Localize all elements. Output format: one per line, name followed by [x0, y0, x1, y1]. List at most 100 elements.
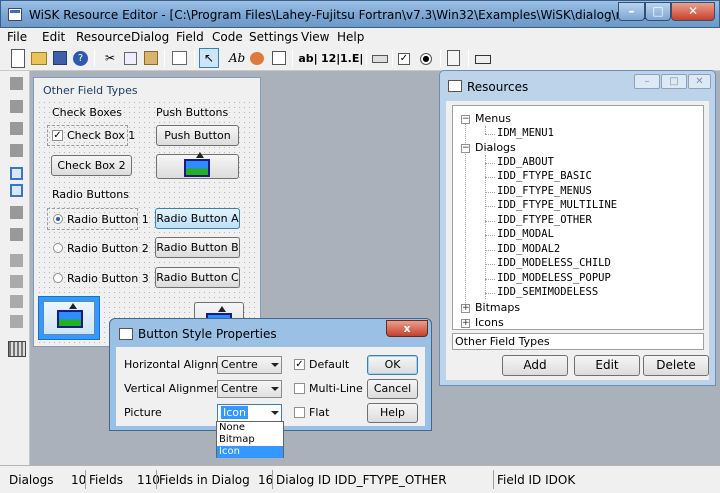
flat-label[interactable]: Flat: [309, 406, 329, 419]
ok-button[interactable]: OK: [367, 355, 418, 375]
help-icon[interactable]: ?: [73, 51, 88, 66]
menu-help[interactable]: Help: [337, 30, 364, 44]
icons-expand-toggle[interactable]: +: [461, 319, 470, 328]
dialogs-collapse-toggle[interactable]: −: [461, 144, 470, 153]
tree-node-dialog[interactable]: IDD_MODAL2: [497, 243, 560, 255]
same-width-icon[interactable]: [10, 167, 23, 180]
paste-icon[interactable]: [144, 51, 158, 65]
pointer-icon[interactable]: ↖: [199, 48, 219, 68]
tree-node-dialog[interactable]: IDD_MODELESS_CHILD: [497, 257, 611, 269]
horizontal-alignment-select[interactable]: Centre: [217, 356, 282, 374]
picture-select[interactable]: Icon: [217, 404, 282, 422]
vertical-alignment-select[interactable]: Centre: [217, 380, 282, 398]
title-bar[interactable]: WiSK Resource Editor - [C:\Program Files…: [0, 0, 720, 28]
tree-node-dialogs[interactable]: Dialogs: [475, 141, 516, 154]
tree-node-icons[interactable]: Icons: [475, 316, 504, 329]
tree-node-dialog-selected[interactable]: IDD_FTYPE_OTHER: [497, 214, 592, 226]
radio-button-3[interactable]: [53, 273, 63, 283]
resources-close-button[interactable]: ✕: [688, 74, 711, 89]
size-icon[interactable]: [10, 315, 23, 328]
multi-line-label[interactable]: Multi-Line: [309, 382, 363, 395]
edit-field-tool[interactable]: ab|: [298, 49, 318, 68]
menu-resource[interactable]: Resource: [76, 30, 131, 44]
tab-order-icon[interactable]: [10, 254, 23, 267]
menu-code[interactable]: Code: [212, 30, 243, 44]
edit-button[interactable]: Edit: [574, 355, 640, 376]
cancel-button[interactable]: Cancel: [367, 379, 418, 399]
menu-edit[interactable]: Edit: [42, 30, 65, 44]
group-icon[interactable]: [10, 275, 23, 288]
space-evenly-icon[interactable]: [10, 206, 23, 219]
maximize-button[interactable]: □: [645, 2, 671, 21]
check-boxes-label[interactable]: Check Boxes: [52, 106, 122, 119]
align-center-icon[interactable]: [10, 100, 23, 113]
menu-field[interactable]: Field: [176, 30, 204, 44]
tree-node-dialog[interactable]: IDD_FTYPE_BASIC: [497, 170, 592, 182]
same-height-icon[interactable]: [10, 184, 23, 197]
help-button[interactable]: Help: [367, 403, 418, 423]
menu-view[interactable]: View: [301, 30, 329, 44]
text-icon[interactable]: Ab: [228, 49, 246, 68]
copy-icon[interactable]: [124, 52, 137, 65]
default-label[interactable]: Default: [309, 358, 349, 371]
resize-icon[interactable]: [10, 295, 23, 308]
radio-button-3-label[interactable]: Radio Button 3: [67, 272, 149, 285]
flat-checkbox[interactable]: [294, 407, 305, 418]
menus-collapse-toggle[interactable]: −: [461, 115, 470, 124]
design-dialog[interactable]: Other Field Types Check Boxes Push Butto…: [33, 77, 261, 347]
tree-node-dialog[interactable]: IDD_MODAL: [497, 228, 554, 240]
push-button[interactable]: Push Button: [156, 125, 239, 146]
tree-node-dialog[interactable]: IDD_MODELESS_POPUP: [497, 272, 611, 284]
align-top-icon[interactable]: [10, 144, 23, 157]
align-left-icon[interactable]: [10, 77, 23, 90]
push-buttons-label[interactable]: Push Buttons: [156, 106, 228, 119]
image-icon[interactable]: [250, 52, 264, 65]
properties-icon[interactable]: [172, 51, 187, 65]
button-tool-icon[interactable]: [372, 55, 388, 63]
picture-option-icon[interactable]: Icon: [217, 446, 283, 458]
radio-button-b[interactable]: Radio Button B: [155, 237, 240, 258]
radio-button-1[interactable]: [53, 214, 63, 224]
picture-dropdown-list[interactable]: None Bitmap Icon: [216, 421, 284, 458]
tree-node-menus[interactable]: Menus: [475, 112, 511, 125]
new-icon[interactable]: [11, 49, 25, 68]
resources-maximize-button[interactable]: □: [661, 74, 687, 89]
radio-button-1-label[interactable]: Radio Button 1: [67, 213, 149, 226]
tree-node-dialog[interactable]: IDD_FTYPE_MENUS: [497, 185, 592, 197]
edit-icon[interactable]: [272, 51, 286, 65]
resource-tree[interactable]: − Menus IDM_MENU1 − Dialogs IDD_ABOUT ID…: [452, 105, 704, 330]
checkbox-tool-icon[interactable]: ✓: [398, 53, 410, 65]
resources-minimize-button[interactable]: –: [634, 74, 660, 89]
radio-button-a[interactable]: Radio Button A: [155, 208, 240, 229]
tree-node-idm-menu1[interactable]: IDM_MENU1: [497, 127, 554, 139]
open-icon[interactable]: [31, 52, 47, 65]
tree-node-dialog[interactable]: IDD_FTYPE_MULTILINE: [497, 199, 617, 211]
menu-file[interactable]: File: [7, 30, 27, 44]
combo-tool-icon[interactable]: [475, 55, 491, 64]
center-dialog-icon[interactable]: [10, 228, 23, 241]
check-box-2-button[interactable]: Check Box 2: [51, 155, 132, 176]
radio-button-2-label[interactable]: Radio Button 2: [67, 242, 149, 255]
button-style-close-button[interactable]: x: [386, 320, 428, 337]
radio-button-2[interactable]: [53, 243, 63, 253]
radio-buttons-label[interactable]: Radio Buttons: [52, 188, 129, 201]
tree-node-dialog[interactable]: IDD_SEMIMODELESS: [497, 286, 598, 298]
list-tool-icon[interactable]: [447, 50, 460, 66]
minimize-button[interactable]: –: [618, 2, 645, 21]
cut-icon[interactable]: ✂: [104, 49, 116, 68]
multi-line-checkbox[interactable]: [294, 383, 305, 394]
real-field-tool[interactable]: 1.E|: [340, 49, 363, 68]
align-right-icon[interactable]: [10, 122, 23, 135]
bitmaps-expand-toggle[interactable]: +: [461, 304, 470, 313]
grid-icon[interactable]: [8, 341, 26, 357]
radio-button-c[interactable]: Radio Button C: [155, 267, 240, 288]
menu-settings[interactable]: Settings: [249, 30, 298, 44]
picture-option-bitmap[interactable]: Bitmap: [217, 434, 283, 446]
resource-name-field[interactable]: Other Field Types: [452, 333, 704, 350]
resources-window[interactable]: Resources – □ ✕ − Menus IDM_MENU1 − Dial…: [439, 70, 716, 386]
add-button[interactable]: Add: [502, 355, 568, 376]
selected-picture-button[interactable]: [38, 296, 100, 340]
radio-tool-icon[interactable]: ●: [420, 53, 432, 65]
check-box-1[interactable]: ✓: [52, 130, 63, 141]
picture-push-button[interactable]: [156, 152, 239, 179]
